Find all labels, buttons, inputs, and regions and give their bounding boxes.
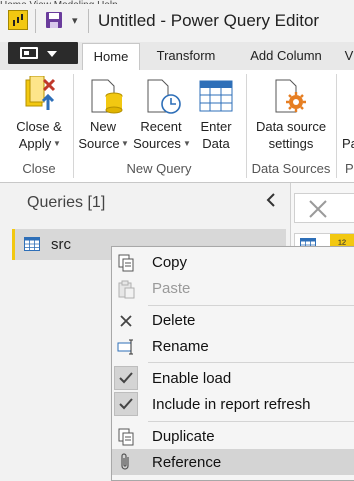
divider — [35, 9, 36, 33]
new-source-label-1: New — [89, 119, 116, 134]
chevron-down-icon: ▼ — [183, 139, 191, 148]
power-bi-logo-icon — [8, 10, 28, 30]
new-source-icon — [91, 79, 123, 114]
table-icon — [199, 80, 233, 112]
chevron-down-icon: ▼ — [53, 139, 61, 148]
check-icon — [119, 398, 133, 410]
menu-item-delete-label: Delete — [152, 312, 196, 329]
chevron-down-icon: ▼ — [121, 139, 129, 148]
table-icon — [24, 237, 40, 251]
save-icon[interactable] — [45, 11, 63, 29]
group-divider — [73, 74, 74, 178]
tab-add-column[interactable]: Add Column — [236, 46, 336, 70]
close-apply-label-1: Close & — [16, 119, 62, 134]
new-source-label-2: Source — [78, 136, 120, 151]
window-title: Untitled - Power Query Editor — [98, 11, 320, 30]
menu-item-enable-load[interactable] — [112, 365, 354, 391]
rename-icon — [117, 339, 133, 355]
group-label-data-sources: Data Sources — [251, 161, 331, 176]
menu-separator — [148, 362, 354, 363]
copy-icon — [118, 254, 134, 272]
menu-separator — [148, 305, 354, 306]
menu-item-copy[interactable] — [112, 250, 354, 276]
recent-sources-label-2: Sources — [133, 136, 181, 151]
close-apply-icon — [25, 76, 56, 110]
duplicate-icon — [118, 428, 134, 446]
top-menu-partial: Home View Modeling Help — [0, 0, 354, 4]
menu-item-reference-label: Reference — [152, 454, 222, 471]
paperclip-icon — [121, 453, 129, 470]
group-label-new-query: New Query — [126, 161, 192, 176]
divider — [88, 9, 89, 33]
check-icon — [119, 372, 133, 384]
group-divider — [246, 74, 247, 178]
file-menu-icon — [20, 47, 38, 59]
menu-item-reference[interactable] — [112, 449, 354, 475]
paste-icon — [118, 280, 135, 299]
ribbon-cut-off-label[interactable]: Pa — [342, 135, 354, 152]
group-divider — [336, 74, 337, 178]
chevron-down-icon — [47, 51, 57, 57]
chevron-left-icon[interactable] — [264, 192, 278, 208]
menu-item-include-refresh-label: Include in report refresh — [152, 396, 311, 413]
queries-pane-title: Queries [1] — [27, 194, 106, 211]
menu-item-paste[interactable] — [112, 276, 354, 302]
menu-separator — [148, 421, 354, 422]
enter-data-label-1: Enter — [200, 119, 232, 134]
enter-data-label-2: Data — [202, 136, 230, 151]
data-source-settings-icon — [275, 79, 306, 113]
query-item-label: src — [51, 236, 71, 253]
recent-sources-label-1: Recent — [140, 119, 182, 134]
data-source-settings-label-1: Data source — [255, 119, 327, 134]
menu-item-enable-load-label: Enable load — [152, 370, 232, 387]
menu-item-duplicate-label: Duplicate — [152, 428, 215, 445]
tab-home[interactable]: Home — [82, 43, 140, 71]
recent-sources-icon — [147, 79, 181, 114]
menu-item-paste-label: Paste — [152, 280, 191, 297]
delete-icon — [120, 315, 132, 327]
file-tab[interactable] — [8, 42, 78, 64]
menu-item-duplicate[interactable] — [112, 424, 354, 450]
menu-item-rename[interactable] — [112, 334, 354, 360]
group-label-cut-off: P — [345, 161, 354, 176]
quick-access-dropdown[interactable]: ▾ — [72, 14, 78, 27]
group-label-close: Close — [22, 161, 56, 176]
menu-item-copy-label: Copy — [152, 254, 188, 271]
tab-view-partial[interactable]: V — [342, 46, 354, 70]
menu-item-rename-label: Rename — [152, 338, 209, 355]
close-icon[interactable] — [307, 198, 329, 220]
menu-item-delete[interactable] — [112, 308, 354, 334]
data-source-settings-label-2: settings — [268, 136, 314, 151]
tab-transform[interactable]: Transform — [146, 46, 226, 70]
